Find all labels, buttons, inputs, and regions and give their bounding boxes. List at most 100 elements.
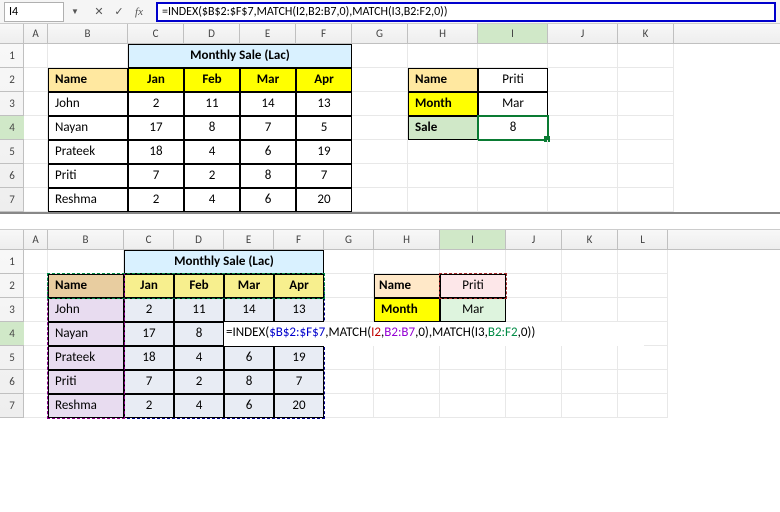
col-header-D[interactable]: D [174,230,224,249]
cell[interactable] [324,250,374,274]
data-name[interactable]: Nayan [48,116,128,140]
cell[interactable] [562,298,618,322]
cell[interactable] [352,140,408,164]
formula-input[interactable]: =INDEX($B$2:$F$7,MATCH(I2,B2:B7,0),MATCH… [156,2,776,22]
cell[interactable] [408,140,478,164]
row-header-5[interactable]: 5 [0,140,24,164]
data-cell[interactable]: 2 [124,298,174,322]
data-cell[interactable]: 8 [224,370,274,394]
cell[interactable] [506,370,562,394]
data-cell[interactable]: 2 [124,394,174,418]
lookup-month-label[interactable]: Month [374,298,440,322]
data-cell[interactable]: 4 [174,346,224,370]
cell[interactable] [374,370,440,394]
cell[interactable] [324,370,374,394]
cell[interactable] [24,140,48,164]
cell[interactable] [548,164,618,188]
cell[interactable] [618,370,668,394]
col-header-L[interactable]: L [618,230,668,249]
data-cell[interactable]: 7 [128,164,184,188]
header-month[interactable]: Mar [224,274,274,298]
lookup-month-value[interactable]: Mar [440,298,506,322]
data-cell[interactable]: 17 [128,116,184,140]
col-header-G[interactable]: G [352,24,408,43]
data-cell[interactable]: 5 [296,116,352,140]
row-header-2[interactable]: 2 [0,274,24,298]
cell[interactable] [548,68,618,92]
cell[interactable] [562,394,618,418]
cell[interactable] [324,298,374,322]
data-name[interactable]: Reshma [48,188,128,212]
data-cell[interactable]: 2 [174,370,224,394]
data-name[interactable]: John [48,92,128,116]
cell[interactable] [618,44,674,68]
cell[interactable] [618,116,674,140]
data-cell[interactable]: 18 [128,140,184,164]
col-header-J[interactable]: J [506,230,562,249]
col-header-B[interactable]: B [48,24,128,43]
data-name[interactable]: Prateek [48,140,128,164]
data-name[interactable]: Reshma [48,394,124,418]
cell[interactable] [24,394,48,418]
row-header-7[interactable]: 7 [0,394,24,418]
data-cell[interactable]: 6 [240,188,296,212]
cell[interactable] [352,44,408,68]
cell[interactable] [440,250,506,274]
cell[interactable] [478,44,548,68]
cell[interactable] [24,116,48,140]
lookup-name-label[interactable]: Name [408,68,478,92]
row-header-4[interactable]: 4 [0,116,24,140]
row-header-1[interactable]: 1 [0,44,24,68]
cell[interactable] [352,68,408,92]
cell[interactable] [374,250,440,274]
col-header-E[interactable]: E [224,230,274,249]
data-cell[interactable]: 7 [240,116,296,140]
col-header-K[interactable]: K [562,230,618,249]
lookup-month-label[interactable]: Month [408,92,478,116]
lookup-month-value[interactable]: Mar [478,92,548,116]
data-cell[interactable]: 13 [274,298,324,322]
cell[interactable] [352,188,408,212]
col-header-F[interactable]: F [296,24,352,43]
formula-edit-overlay[interactable]: =INDEX($B$2:$F$7,MATCH(I2,B2:B7,0),MATCH… [224,322,644,346]
cell[interactable] [48,44,128,68]
select-all-corner[interactable] [0,24,24,43]
lookup-name-value[interactable]: Priti [478,68,548,92]
data-cell[interactable]: 8 [240,164,296,188]
data-cell[interactable]: 2 [128,188,184,212]
col-header-H[interactable]: H [408,24,478,43]
cell[interactable] [24,322,48,346]
col-header-C[interactable]: C [128,24,184,43]
data-cell[interactable]: 18 [124,346,174,370]
col-header-A[interactable]: A [24,230,48,249]
header-month[interactable]: Jan [124,274,174,298]
cell[interactable] [440,370,506,394]
col-header-I[interactable]: I [440,230,506,249]
header-month[interactable]: Jan [128,68,184,92]
header-month[interactable]: Feb [184,68,240,92]
cell[interactable] [618,188,674,212]
lookup-sale-value[interactable]: 8 [478,116,548,140]
cell[interactable] [24,250,48,274]
col-header-F[interactable]: F [274,230,324,249]
data-cell[interactable]: 2 [128,92,184,116]
cell[interactable] [548,188,618,212]
cell[interactable] [24,92,48,116]
cell[interactable] [374,346,440,370]
data-cell[interactable]: 11 [184,92,240,116]
cell[interactable] [24,164,48,188]
col-header-A[interactable]: A [24,24,48,43]
cell[interactable] [24,44,48,68]
cell[interactable] [506,394,562,418]
cell[interactable] [562,346,618,370]
cell[interactable] [618,346,668,370]
cells-grid[interactable]: Monthly Sale (Lac) Name Jan Feb Mar Apr … [24,44,674,212]
cell[interactable] [352,164,408,188]
data-name[interactable]: Priti [48,370,124,394]
confirm-icon[interactable]: ✓ [110,3,128,21]
cell[interactable] [478,140,548,164]
cell[interactable] [562,250,618,274]
cell[interactable] [562,274,618,298]
title-cell[interactable]: Monthly Sale (Lac) [128,44,352,68]
data-cell[interactable]: 8 [174,322,224,346]
